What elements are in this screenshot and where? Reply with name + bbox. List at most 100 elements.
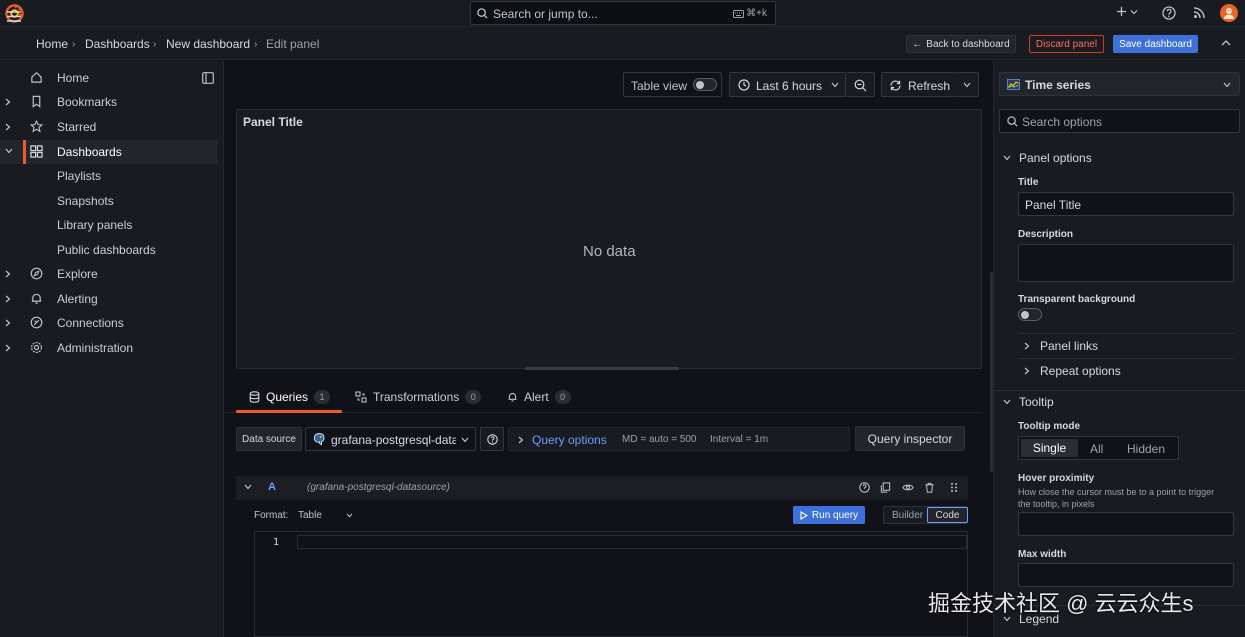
chevron-up-icon[interactable] xyxy=(1221,39,1231,47)
datasource-picker[interactable]: grafana-postgresql-datasource xyxy=(305,427,476,451)
query-inspector-button[interactable]: Query inspector xyxy=(855,426,965,451)
sidebar-item-dashboards[interactable]: Dashboards xyxy=(0,140,218,164)
transparent-background-switch[interactable] xyxy=(1018,308,1042,321)
sidebar-item-label: Explore xyxy=(57,267,98,281)
breadcrumb-new-dashboard[interactable]: New dashboard xyxy=(166,37,250,51)
max-width-input[interactable] xyxy=(1018,563,1234,587)
chevron-right-icon[interactable] xyxy=(5,98,11,106)
discard-panel-button[interactable]: Discard panel xyxy=(1029,35,1104,53)
refresh-button[interactable]: Refresh xyxy=(881,72,958,97)
search-bar[interactable]: Search or jump to... ⌘+k xyxy=(470,1,776,25)
query-options-toggle[interactable]: Query options MD = auto = 500 Interval =… xyxy=(508,427,850,451)
query-datasource-name: (grafana-postgresql-datasource) xyxy=(307,482,450,493)
eye-icon[interactable] xyxy=(902,482,914,493)
help-icon[interactable] xyxy=(859,482,870,493)
tab-alert[interactable]: Alert 0 xyxy=(507,390,571,404)
editor-mode-toggle[interactable]: Builder Code xyxy=(883,506,968,524)
visualization-picker[interactable]: Time series xyxy=(999,72,1240,96)
zoom-out-button[interactable] xyxy=(846,72,875,97)
options-search-placeholder: Search options xyxy=(1022,115,1103,129)
search-icon xyxy=(1007,116,1018,127)
chevron-down-icon xyxy=(831,82,839,88)
tooltip-section-header[interactable]: Tooltip xyxy=(1003,395,1054,409)
datasource-help-button[interactable] xyxy=(480,427,504,451)
sql-code-editor[interactable]: 1 xyxy=(254,531,968,637)
table-view-toggle[interactable]: Table view xyxy=(623,72,722,97)
sidebar-item-explore[interactable]: Explore xyxy=(0,262,218,286)
bell-icon xyxy=(507,391,518,403)
tooltip-mode-hidden[interactable]: Hidden xyxy=(1127,442,1165,456)
breadcrumb-separator-icon: › xyxy=(72,39,76,50)
chevron-down-icon[interactable] xyxy=(244,484,252,490)
table-view-label: Table view xyxy=(631,79,688,93)
run-query-button[interactable]: Run query xyxy=(793,506,865,524)
builder-mode-button[interactable]: Builder xyxy=(892,510,923,521)
title-field-label: Title xyxy=(1018,177,1039,188)
panel-links-section-header[interactable]: Panel links xyxy=(1024,339,1098,353)
sidebar-item-library-panels[interactable]: Library panels xyxy=(57,218,132,232)
tooltip-mode-radio-group[interactable]: Single All Hidden xyxy=(1018,436,1179,460)
hover-proximity-input[interactable] xyxy=(1018,512,1234,536)
chevron-right-icon[interactable] xyxy=(5,123,11,131)
query-row-header[interactable]: A (grafana-postgresql-datasource) xyxy=(236,476,968,500)
query-ref-id[interactable]: A xyxy=(268,481,276,493)
sidebar-item-administration[interactable]: Administration xyxy=(0,336,218,360)
interval-value: Interval = 1m xyxy=(710,434,769,445)
sidebar-item-snapshots[interactable]: Snapshots xyxy=(57,194,114,208)
title-input[interactable]: Panel Title xyxy=(1018,192,1234,216)
breadcrumb-home[interactable]: Home xyxy=(36,37,68,51)
table-view-switch[interactable] xyxy=(693,78,717,91)
no-data-text: No data xyxy=(583,243,636,260)
description-textarea[interactable] xyxy=(1018,244,1234,282)
options-search-input[interactable]: Search options xyxy=(999,109,1240,133)
format-label: Format: xyxy=(254,510,289,521)
chevron-right-icon[interactable] xyxy=(5,344,11,352)
format-select[interactable]: Table xyxy=(298,510,353,521)
copy-icon[interactable] xyxy=(880,482,891,493)
star-icon xyxy=(30,120,43,133)
chevron-down-icon[interactable] xyxy=(5,148,13,154)
tooltip-mode-all[interactable]: All xyxy=(1090,442,1103,456)
tab-queries[interactable]: Queries 1 xyxy=(249,390,331,404)
sidebar-item-public-dashboards[interactable]: Public dashboards xyxy=(57,243,156,257)
sidebar-item-bookmarks[interactable]: Bookmarks xyxy=(0,90,218,114)
description-field-label: Description xyxy=(1018,229,1074,240)
divider xyxy=(1018,333,1234,334)
chevron-down-icon xyxy=(963,82,971,88)
hover-proximity-description: How close the cursor must be to a point … xyxy=(1018,487,1215,509)
transform-icon xyxy=(355,391,367,403)
time-range-picker[interactable]: Last 6 hours xyxy=(729,72,846,97)
sidebar-item-alerting[interactable]: Alerting xyxy=(0,287,218,311)
save-dashboard-button[interactable]: Save dashboard xyxy=(1113,35,1198,53)
help-icon xyxy=(487,434,498,445)
chevron-right-icon[interactable] xyxy=(5,319,11,327)
drag-handle-icon[interactable] xyxy=(950,482,958,493)
help-icon[interactable] xyxy=(1162,6,1176,20)
code-mode-button[interactable]: Code xyxy=(927,507,968,523)
panel-title: Panel Title xyxy=(243,115,303,129)
new-menu-button[interactable] xyxy=(1116,6,1138,17)
user-avatar[interactable] xyxy=(1220,4,1238,22)
menu-icon[interactable] xyxy=(6,10,22,23)
news-feed-icon[interactable] xyxy=(1193,6,1206,19)
sidebar-item-connections[interactable]: Connections xyxy=(0,311,218,335)
chevron-right-icon xyxy=(1024,342,1030,350)
sidebar-item-starred[interactable]: Starred xyxy=(0,115,218,139)
back-to-dashboard-button[interactable]: ← Back to dashboard xyxy=(906,35,1016,53)
trash-icon[interactable] xyxy=(924,482,935,493)
code-line[interactable] xyxy=(297,535,967,549)
tooltip-mode-single[interactable]: Single xyxy=(1021,439,1078,457)
chevron-right-icon[interactable] xyxy=(5,295,11,303)
resize-handle[interactable] xyxy=(525,367,679,370)
tab-transformations[interactable]: Transformations 0 xyxy=(355,390,482,404)
sidebar-item-playlists[interactable]: Playlists xyxy=(57,169,101,183)
refresh-interval-dropdown[interactable] xyxy=(957,72,979,97)
arrow-left-icon: ← xyxy=(912,38,923,50)
breadcrumb-dashboards[interactable]: Dashboards xyxy=(85,37,150,51)
tab-label: Alert xyxy=(524,390,549,404)
sidebar-item-home[interactable]: Home xyxy=(0,66,218,90)
repeat-options-section-header[interactable]: Repeat options xyxy=(1024,364,1121,378)
chevron-right-icon[interactable] xyxy=(5,270,11,278)
panel-preview[interactable] xyxy=(236,109,982,369)
panel-options-section-header[interactable]: Panel options xyxy=(1003,151,1092,165)
